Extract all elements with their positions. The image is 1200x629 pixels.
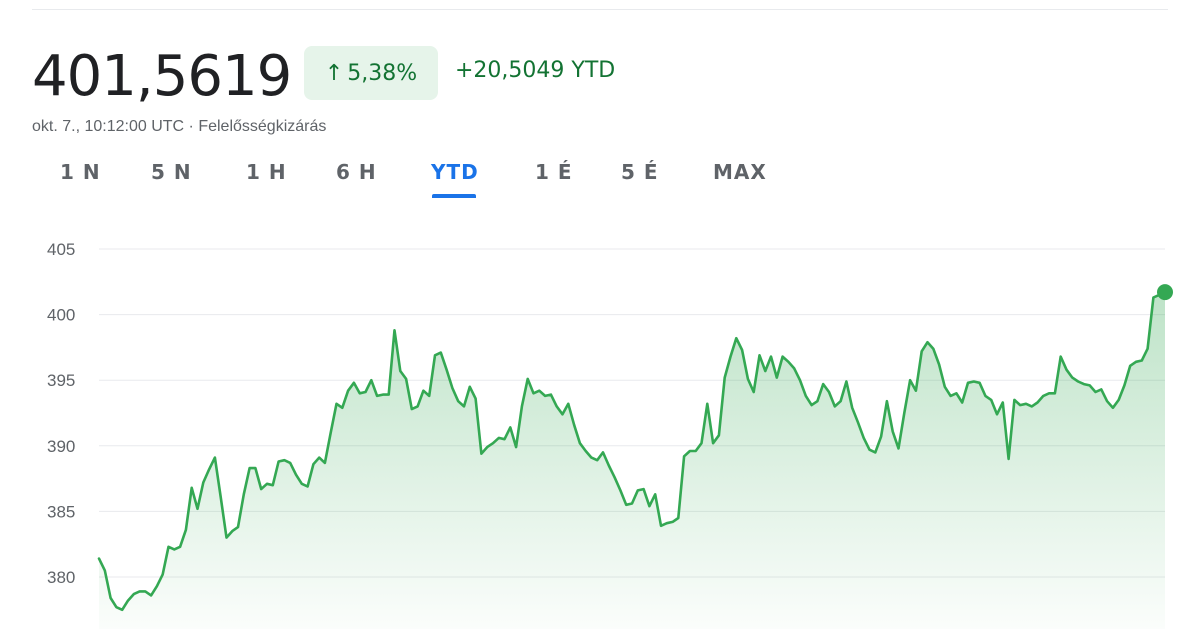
change-absolute-value: +20,5049 YTD (455, 58, 616, 83)
y-tick-label: 405 (47, 240, 75, 259)
active-tab-indicator (432, 194, 476, 198)
top-divider (32, 9, 1168, 10)
tab-ytd[interactable]: YTD (431, 160, 479, 184)
tab-6-months[interactable]: 6 H (336, 160, 377, 184)
tab-1-day[interactable]: 1 N (60, 160, 101, 184)
timestamp-line: okt. 7., 10:12:00 UTC · Felelősségkizárá… (32, 118, 326, 136)
tab-5-days[interactable]: 5 N (151, 160, 192, 184)
tab-max[interactable]: MAX (713, 160, 767, 184)
price-area-fill (99, 293, 1165, 629)
current-price-dot (1157, 284, 1173, 301)
price-chart[interactable]: 405 400 395 390 385 380 (0, 220, 1200, 629)
y-tick-label: 380 (47, 568, 75, 587)
range-tabs: 1 N 5 N 1 H 6 H YTD 1 É 5 É MAX (0, 160, 1200, 204)
y-tick-label: 385 (47, 502, 75, 521)
y-tick-label: 395 (47, 371, 75, 390)
current-price: 401,5619 (32, 44, 292, 109)
arrow-up-icon: ↑ (324, 60, 344, 86)
tab-5-years[interactable]: 5 É (621, 160, 659, 184)
timestamp: okt. 7., 10:12:00 UTC (32, 118, 185, 135)
change-percent-value: 5,38% (347, 60, 418, 86)
tab-1-month[interactable]: 1 H (246, 160, 287, 184)
change-percent-badge: ↑ 5,38% (304, 46, 438, 100)
y-tick-label: 390 (47, 437, 75, 456)
disclaimer-link[interactable]: Felelősségkizárás (198, 118, 326, 135)
separator: · (188, 118, 194, 135)
tab-1-year[interactable]: 1 É (535, 160, 573, 184)
y-tick-label: 400 (47, 306, 75, 325)
